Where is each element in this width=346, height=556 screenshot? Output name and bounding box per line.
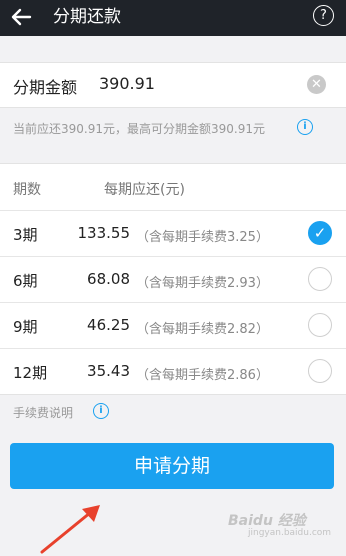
period-label: 6期 (13, 272, 38, 290)
payment-value: 35.43 (87, 362, 130, 380)
amount-field[interactable]: 分期金额 390.91 ✕ (0, 62, 346, 108)
header-period: 期数 (13, 182, 41, 198)
top-bar: 分期还款 ? (0, 0, 346, 36)
hint-text: 当前应还390.91元，最高可分期金额390.91元 (13, 122, 265, 136)
table-row[interactable]: 3期 133.55 （含每期手续费3.25） ✓ (0, 211, 346, 257)
payment-value: 68.08 (87, 270, 130, 288)
info-icon[interactable]: i (297, 119, 313, 135)
table-row[interactable]: 12期 35.43 （含每期手续费2.86） (0, 349, 346, 394)
watermark-main: Baidu 经验 (228, 513, 306, 529)
fee-detail: （含每期手续费2.86） (136, 368, 269, 383)
table-row[interactable]: 6期 68.08 （含每期手续费2.93） (0, 257, 346, 303)
help-icon[interactable]: ? (313, 5, 334, 26)
fee-detail: （含每期手续费2.82） (136, 322, 269, 337)
watermark-sub: jingyan.baidu.com (248, 528, 332, 538)
radio-icon[interactable] (308, 267, 332, 291)
repayment-hint: 当前应还390.91元，最高可分期金额390.91元 i (13, 119, 313, 137)
radio-icon[interactable] (308, 359, 332, 383)
fee-detail: （含每期手续费2.93） (136, 276, 269, 291)
fee-note[interactable]: 手续费说明 i (13, 403, 109, 421)
apply-installment-button[interactable]: 申请分期 (10, 443, 334, 489)
table-header: 期数 每期应还(元) (0, 164, 346, 211)
checked-radio-icon[interactable]: ✓ (308, 221, 332, 245)
info-icon[interactable]: i (93, 403, 109, 419)
radio-icon[interactable] (308, 313, 332, 337)
annotation-arrow-icon (40, 505, 100, 554)
table-row[interactable]: 9期 46.25 （含每期手续费2.82） (0, 303, 346, 349)
payment-value: 133.55 (77, 224, 131, 242)
page-title: 分期还款 (53, 7, 121, 27)
fee-detail: （含每期手续费3.25） (136, 230, 269, 245)
amount-label: 分期金额 (13, 78, 78, 97)
period-label: 12期 (13, 364, 48, 382)
installment-table: 期数 每期应还(元) 3期 133.55 （含每期手续费3.25） ✓ 6期 68.08 （… (0, 163, 346, 395)
period-label: 9期 (13, 318, 38, 336)
period-label: 3期 (13, 226, 38, 244)
payment-value: 46.25 (87, 316, 130, 334)
fee-note-text[interactable]: 手续费说明 (13, 406, 73, 420)
amount-input[interactable]: 390.91 (99, 74, 155, 93)
watermark: Baidu 经验 jingyan.baidu.com (228, 510, 331, 538)
back-arrow-icon[interactable] (10, 6, 32, 28)
clear-icon[interactable]: ✕ (307, 75, 326, 94)
header-payment: 每期应还(元) (104, 182, 185, 198)
